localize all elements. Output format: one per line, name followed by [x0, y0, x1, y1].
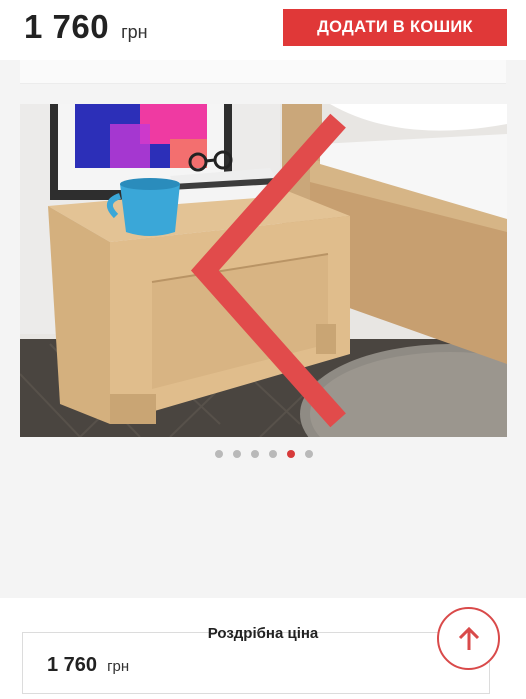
retail-price: 1 760 грн: [47, 654, 129, 677]
scroll-to-top-button[interactable]: [437, 607, 500, 670]
chevron-right-icon[interactable]: [472, 104, 507, 437]
header-price-currency: грн: [121, 22, 148, 42]
gallery-dot[interactable]: [269, 450, 277, 458]
gallery-pagination: [0, 450, 526, 460]
product-gallery[interactable]: [20, 104, 507, 437]
retail-price-currency: грн: [107, 658, 130, 675]
sticky-header: 1 760 грн ДОДАТИ В КОШИК: [0, 0, 526, 60]
gallery-dot[interactable]: [233, 450, 241, 458]
chevron-left-icon[interactable]: [28, 104, 507, 437]
header-price-value: 1 760: [24, 8, 110, 45]
gallery-dot[interactable]: [215, 450, 223, 458]
add-to-cart-button[interactable]: ДОДАТИ В КОШИК: [283, 9, 507, 46]
gallery-dot[interactable]: [287, 450, 295, 458]
gallery-dot[interactable]: [305, 450, 313, 458]
previous-section-card: [20, 60, 506, 84]
retail-price-value: 1 760: [47, 654, 98, 676]
arrow-up-icon: [458, 626, 479, 650]
header-price: 1 760 грн: [24, 8, 148, 46]
gallery-dot[interactable]: [251, 450, 259, 458]
